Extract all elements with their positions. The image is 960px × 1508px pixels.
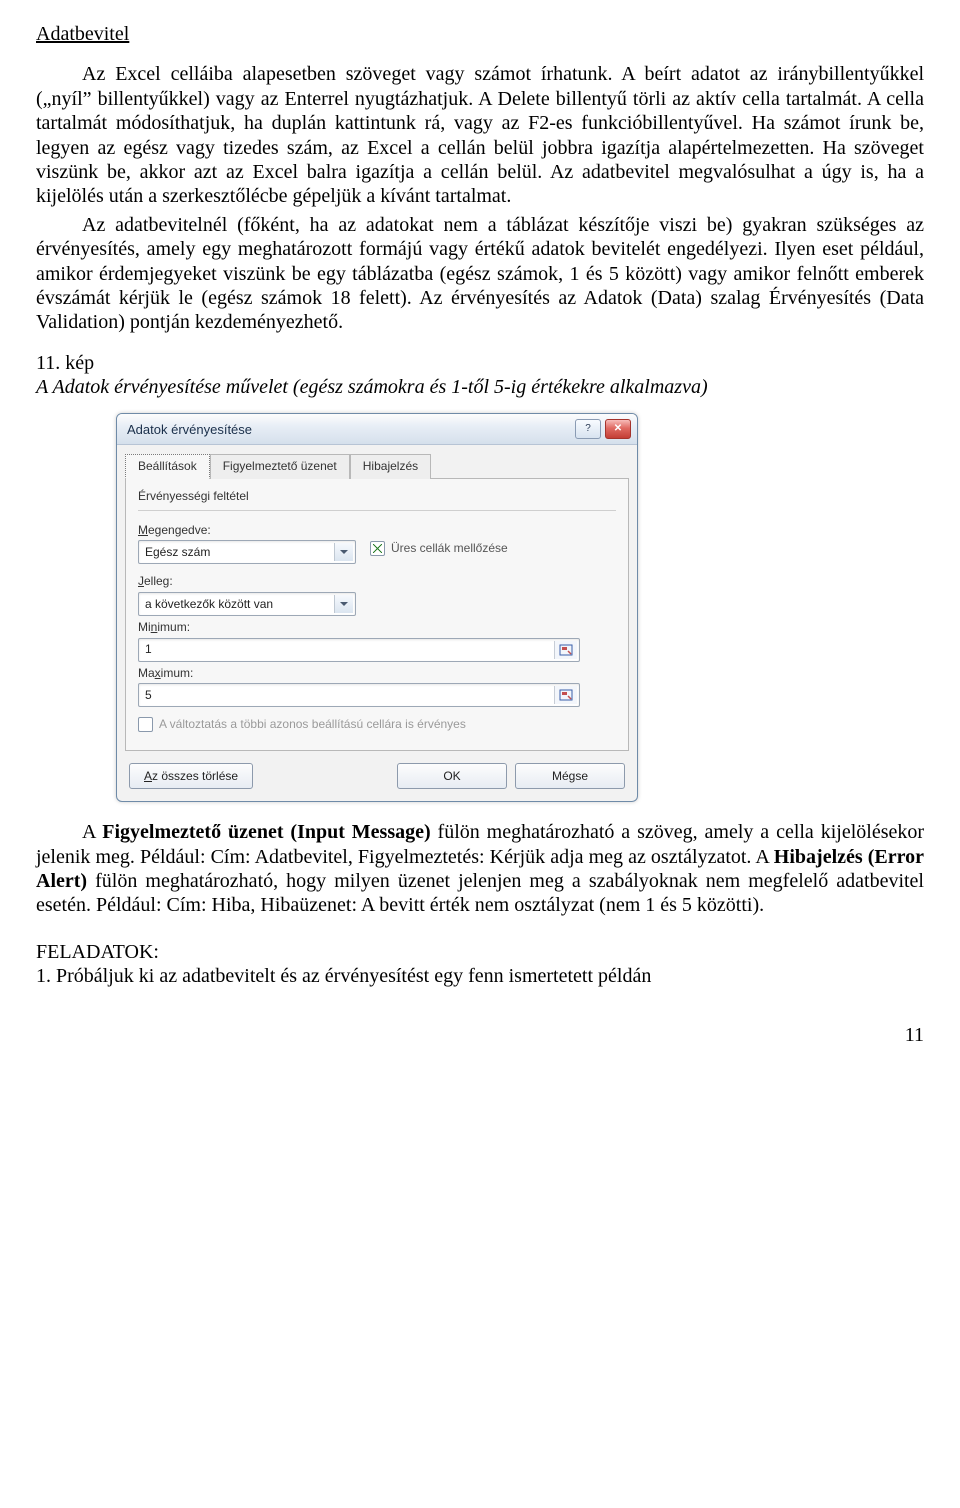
figure-number: 11. kép [36,351,924,375]
paragraph-3a: A [82,821,102,843]
paragraph-1: Az Excel celláiba alapesetben szöveget v… [36,62,924,208]
minimum-field[interactable]: 1 [138,638,580,662]
help-icon: ? [585,423,591,435]
ignore-blank-checkbox[interactable]: Üres cellák mellőzése [370,541,508,556]
dialog-titlebar: Adatok érvényesítése ? ✕ [117,414,637,445]
tasks-heading: FELADATOK: [36,940,924,964]
minimum-label: Minimum: [138,620,616,635]
dialog-screenshot: Adatok érvényesítése ? ✕ Beállítások Fig… [116,413,924,802]
paragraph-2: Az adatbevitelnél (főként, ha az adatoka… [36,213,924,335]
checkbox-icon [370,541,385,556]
dialog-tabs: Beállítások Figyelmeztető üzenet Hibajel… [117,445,637,478]
chevron-down-icon [334,595,353,613]
close-icon: ✕ [614,423,622,435]
data-combo[interactable]: a következők között van [138,592,356,616]
task-1: 1. Próbáljuk ki az adatbevitelt és az ér… [36,964,924,988]
help-button[interactable]: ? [575,419,601,439]
apply-all-checkbox: A változtatás a többi azonos beállítású … [138,717,616,732]
ok-button[interactable]: OK [397,763,507,789]
range-picker-icon[interactable] [554,641,577,659]
data-label: Jelleg: [138,574,616,589]
allow-label: Megengedve: [138,523,356,538]
data-value: a következők között van [145,597,273,612]
cancel-button[interactable]: Mégse [515,763,625,789]
chevron-down-icon [334,543,353,561]
maximum-label: Maximum: [138,666,616,681]
maximum-field[interactable]: 5 [138,683,580,707]
tab-settings[interactable]: Beállítások [125,454,210,479]
paragraph-3e: fülön meghatározható, hogy milyen üzenet… [36,870,924,916]
data-validation-dialog: Adatok érvényesítése ? ✕ Beállítások Fig… [116,413,638,802]
window-buttons: ? ✕ [575,419,631,439]
settings-panel: Érvényességi feltétel Megengedve: Egész … [125,478,629,751]
paragraph-3b: Figyelmeztető üzenet (Input Message) [102,821,430,843]
clear-all-label: Az összes törlése [144,769,238,784]
page-number: 11 [36,1023,924,1047]
tab-error-alert[interactable]: Hibajelzés [350,454,431,479]
dialog-button-bar: Az összes törlése OK Mégse [117,759,637,801]
maximum-value: 5 [145,688,152,703]
minimum-value: 1 [145,642,152,657]
figure-caption: A Adatok érvényesítése művelet (egész sz… [36,375,924,399]
allow-value: Egész szám [145,545,210,560]
clear-all-button[interactable]: Az összes törlése [129,763,253,789]
range-picker-icon[interactable] [554,686,577,704]
group-title: Érvényességi feltétel [138,489,616,504]
close-button[interactable]: ✕ [605,419,631,439]
paragraph-3: A Figyelmeztető üzenet (Input Message) f… [36,820,924,918]
apply-all-label: A változtatás a többi azonos beállítású … [159,717,466,732]
dialog-title: Adatok érvényesítése [127,422,252,438]
group-rule [138,510,616,511]
tab-input-message[interactable]: Figyelmeztető üzenet [210,454,350,479]
checkbox-icon [138,717,153,732]
section-heading: Adatbevitel [36,22,924,46]
ignore-blank-label: Üres cellák mellőzése [391,541,508,556]
allow-combo[interactable]: Egész szám [138,540,356,564]
